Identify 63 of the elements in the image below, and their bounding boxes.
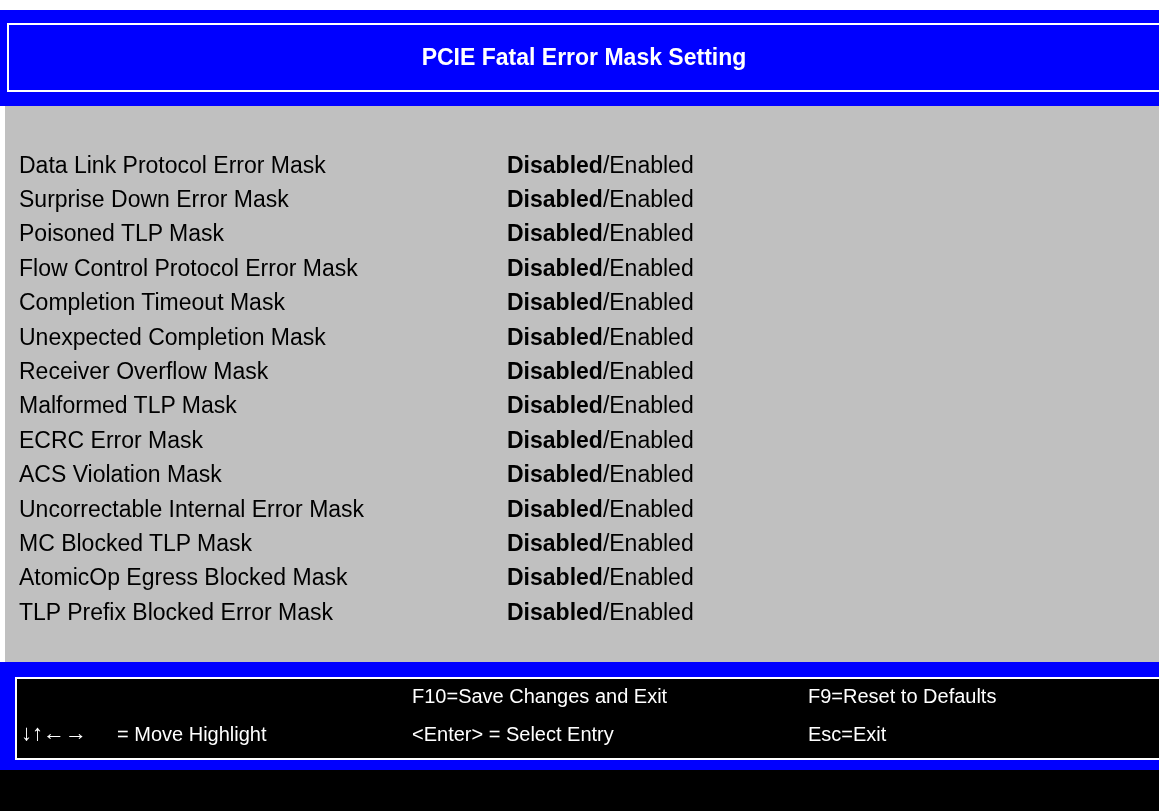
setting-option[interactable]: Enabled bbox=[609, 392, 694, 419]
setting-label[interactable]: Unexpected Completion Mask bbox=[19, 323, 507, 351]
setting-label[interactable]: Completion Timeout Mask bbox=[19, 289, 507, 317]
setting-option[interactable]: Enabled bbox=[609, 186, 694, 213]
help-text: <Enter> = Select Entry bbox=[412, 723, 615, 746]
setting-label[interactable]: Flow Control Protocol Error Mask bbox=[19, 254, 507, 282]
setting-label[interactable]: AtomicOp Egress Blocked Mask bbox=[19, 564, 507, 592]
setting-option[interactable]: Disabled bbox=[507, 564, 603, 591]
option-separator: / bbox=[602, 254, 610, 281]
option-separator: / bbox=[602, 495, 610, 522]
setting-option[interactable]: Disabled bbox=[507, 530, 603, 556]
setting-option[interactable]: Disabled bbox=[507, 151, 603, 178]
option-separator: / bbox=[602, 426, 610, 453]
setting-label[interactable]: Malformed TLP Mask bbox=[19, 392, 507, 420]
option-separator: / bbox=[602, 220, 610, 247]
setting-option[interactable]: Disabled bbox=[507, 358, 603, 385]
setting-option[interactable]: Enabled bbox=[609, 530, 694, 556]
setting-label[interactable]: MC Blocked TLP Mask bbox=[19, 530, 507, 557]
setting-option[interactable]: Enabled bbox=[609, 426, 694, 453]
option-separator: / bbox=[602, 289, 610, 316]
setting-label[interactable]: Poisoned TLP Mask bbox=[19, 220, 507, 248]
option-separator: / bbox=[602, 186, 610, 213]
help-text: F9=Reset to Defaults bbox=[808, 685, 997, 708]
help-text: = Move Highlight bbox=[117, 723, 267, 746]
setting-option[interactable]: Disabled bbox=[507, 426, 603, 453]
option-separator: / bbox=[602, 151, 610, 178]
page-title: PCIE Fatal Error Mask Setting bbox=[421, 44, 747, 71]
setting-label[interactable]: Data Link Protocol Error Mask bbox=[19, 151, 507, 179]
option-separator: / bbox=[602, 358, 610, 385]
setting-option[interactable]: Enabled bbox=[609, 254, 694, 281]
arrow-keys-text: ↓↑←→ bbox=[21, 720, 87, 746]
setting-option[interactable]: Enabled bbox=[609, 495, 694, 522]
setting-label[interactable]: Uncorrectable Internal Error Mask bbox=[19, 495, 507, 523]
setting-option[interactable]: Disabled bbox=[507, 289, 603, 316]
option-separator: / bbox=[602, 530, 610, 556]
option-separator: / bbox=[602, 323, 610, 350]
setting-option[interactable]: Disabled bbox=[507, 323, 603, 350]
setting-option[interactable]: Enabled bbox=[609, 220, 694, 247]
setting-option[interactable]: Disabled bbox=[507, 220, 603, 247]
setting-option[interactable]: Disabled bbox=[507, 495, 603, 522]
setting-option[interactable]: Enabled bbox=[609, 461, 694, 488]
option-separator: / bbox=[602, 564, 610, 591]
setting-label[interactable]: Surprise Down Error Mask bbox=[19, 186, 507, 214]
setting-option[interactable]: Enabled bbox=[609, 358, 694, 385]
setting-label[interactable]: ACS Violation Mask bbox=[19, 461, 507, 489]
setting-option[interactable]: Disabled bbox=[507, 254, 603, 281]
option-separator: / bbox=[602, 598, 610, 625]
setting-option[interactable]: Disabled bbox=[507, 392, 603, 419]
setting-option[interactable]: Enabled bbox=[609, 151, 694, 178]
setting-option[interactable]: Enabled bbox=[609, 564, 694, 591]
setting-label[interactable]: TLP Prefix Blocked Error Mask bbox=[19, 598, 507, 626]
help-text: F10=Save Changes and Exit bbox=[412, 685, 669, 708]
setting-option[interactable]: Enabled bbox=[609, 289, 694, 316]
option-separator: / bbox=[602, 392, 610, 419]
setting-option[interactable]: Enabled bbox=[609, 323, 694, 350]
setting-option[interactable]: Disabled bbox=[507, 461, 603, 488]
option-separator: / bbox=[602, 461, 610, 488]
setting-label[interactable]: ECRC Error Mask bbox=[19, 426, 507, 454]
setting-label[interactable]: Receiver Overflow Mask bbox=[19, 358, 507, 386]
setting-option[interactable]: Disabled bbox=[507, 186, 603, 213]
setting-option[interactable]: Enabled bbox=[609, 598, 694, 625]
setting-option[interactable]: Disabled bbox=[507, 598, 603, 625]
help-text: Esc=Exit bbox=[808, 723, 888, 746]
